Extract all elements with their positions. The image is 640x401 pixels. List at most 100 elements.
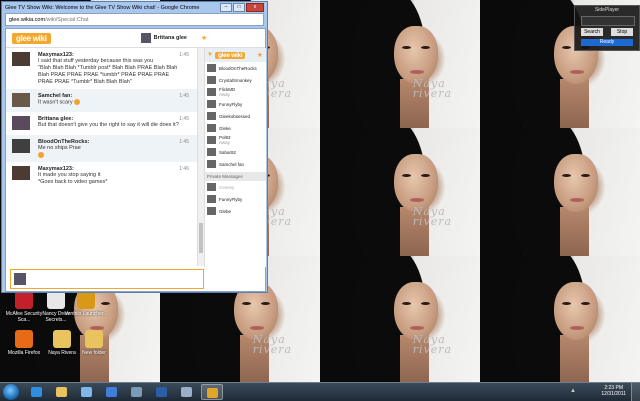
clock[interactable]: 2:23 PM 12/31/2011: [601, 385, 626, 397]
avatar[interactable]: [12, 166, 30, 181]
chrome-taskbar-button[interactable]: [201, 384, 223, 400]
avatar: [207, 64, 216, 72]
user-name: BloodOnTheRocks: [219, 65, 257, 71]
user-list-item[interactable]: Samchel fan: [205, 158, 266, 170]
avatar: [207, 112, 216, 120]
tray-arrow-icon[interactable]: ▲: [570, 388, 576, 394]
avatar: [207, 136, 216, 144]
desktop-icon-glyph: [77, 291, 95, 309]
desktop-icon-glyph: [15, 330, 33, 348]
message-time: 1:45: [179, 93, 189, 99]
avatar[interactable]: [12, 116, 30, 130]
avatar[interactable]: [12, 139, 30, 153]
user-list-item[interactable]: FunnyFlyby: [205, 98, 266, 110]
itunes-taskbar-button[interactable]: [76, 384, 98, 400]
user-list-item[interactable]: Pol93 Away: [205, 134, 266, 146]
folder-taskbar-button[interactable]: [176, 384, 198, 400]
window-titlebar[interactable]: Glee TV Show Wiki: Welcome to the Glee T…: [2, 2, 267, 13]
user-list-items: BloodOnTheRocks CrystalSmonkey FlickMD Away…: [205, 62, 266, 170]
taskbar: ▲ 2:23 PM 12/31/2011: [0, 382, 640, 401]
maximize-button[interactable]: □: [233, 3, 245, 12]
media-player-taskbar-button[interactable]: [101, 384, 123, 400]
message-row: Maxymax123: 1:46 It made you stop saying i…: [6, 162, 197, 189]
message-row: Samchel fan: 1:45 It wasn't scary: [6, 89, 197, 112]
message-text: It wasn't scary: [38, 99, 191, 106]
emoji-icon: [74, 99, 81, 105]
wallpaper-face-shape: [393, 25, 439, 85]
wallpaper-tile: [480, 128, 640, 256]
user-list-item[interactable]: Gleekobsessed: [205, 110, 266, 122]
internet-explorer-icon: [31, 387, 42, 397]
star-icon: ★: [200, 35, 208, 42]
desktop-icon-glyph: [85, 330, 103, 348]
avatar[interactable]: [12, 93, 30, 107]
wiki-logo[interactable]: glee wiki: [12, 32, 51, 44]
avatar[interactable]: [12, 52, 30, 66]
message-time: 1:45: [179, 52, 189, 58]
wallpaper-caption: Naya rivera: [413, 334, 452, 355]
user-list-item[interactable]: Sahar92: [205, 146, 266, 158]
wallpaper-tile: Naya rivera: [320, 0, 480, 128]
word-icon: [156, 387, 167, 397]
sideplayer-search-input[interactable]: [581, 16, 635, 26]
minimize-button[interactable]: –: [220, 3, 232, 12]
message-text: PRAE PRAE *Tumblr* Blah Blah Blah": [38, 79, 132, 85]
user-list-item[interactable]: FlickMD Away: [205, 86, 266, 98]
sideplayer-search-button[interactable]: Search: [581, 28, 603, 36]
address-bar[interactable]: glee.wikia.com/wiki/Special:Chat: [5, 13, 264, 26]
message-text: "Blah Blah Blah *Tumblr post* Blah Blah …: [38, 65, 178, 71]
wallpaper-face-shape: [393, 281, 439, 341]
close-button[interactable]: x: [246, 3, 264, 12]
scrollbar-thumb[interactable]: [199, 223, 203, 253]
start-button[interactable]: [3, 384, 19, 400]
wallpaper-tile: Naya rivera: [320, 256, 480, 382]
message-scrollbar[interactable]: [197, 48, 204, 266]
user-name: Glebe: [219, 208, 232, 214]
chrome-window: Glee TV Show Wiki: Welcome to the Glee T…: [1, 1, 268, 293]
message-row: Brittana glee: 1:45 But that doesn't give …: [6, 112, 197, 135]
desktop-icon-glyph: [15, 291, 33, 309]
explorer-taskbar-button[interactable]: [51, 384, 73, 400]
internet-explorer-taskbar-button[interactable]: [26, 384, 48, 400]
desktop-icon-glyph: [47, 291, 65, 309]
show-desktop-button[interactable]: [631, 383, 640, 401]
wallpaper-caption: Naya rivera: [252, 334, 293, 357]
word-taskbar-button[interactable]: [151, 384, 173, 400]
room-header[interactable]: ▼ glee wiki ★: [205, 48, 266, 62]
private-message-list: Cenexy FunnyFlyby Glebe: [205, 181, 266, 217]
avatar: [207, 76, 216, 84]
desktop-icon-glyph: [53, 330, 71, 348]
avatar: [14, 273, 26, 285]
emoji-icon: [38, 152, 44, 158]
private-message-item[interactable]: Glebe: [205, 205, 266, 217]
desktop-icon[interactable]: Ventrilo Launcher...: [64, 291, 108, 317]
user-list-item[interactable]: Gleke: [205, 122, 266, 134]
avatar: [207, 207, 216, 215]
user-list-item[interactable]: CrystalSmonkey: [205, 74, 266, 86]
chat-input-box: [10, 269, 204, 289]
chat-page: glee wiki Brittana glee ★ Maxymax123: 1:4…: [5, 28, 266, 292]
user-status: Away: [219, 140, 230, 145]
star-icon: ★: [256, 52, 263, 59]
desktop-icon-label: Ventrilo Launcher...: [64, 311, 108, 317]
wallpaper-caption-line: rivera: [252, 343, 293, 357]
user-list-item[interactable]: BloodOnTheRocks: [205, 62, 266, 74]
chrome-icon: [207, 388, 218, 398]
wallpaper-tile: Naya rivera: [320, 128, 480, 256]
user-status: Away: [219, 92, 230, 97]
message-text: Blah PRAE PRAE PRAE *tumblr* PRAE PRAE P…: [38, 72, 170, 78]
private-message-item[interactable]: FunnyFlyby: [205, 193, 266, 205]
mail-taskbar-button[interactable]: [126, 384, 148, 400]
desktop-icon[interactable]: New folder: [72, 330, 116, 356]
message-text: [38, 152, 191, 159]
wallpaper-caption-line: rivera: [412, 87, 453, 101]
chat-input[interactable]: [29, 272, 203, 286]
avatar: [207, 124, 216, 132]
user-name: Gleke: [219, 125, 231, 131]
message-row: Maxymax123: 1:45 I said that stuff yesterd…: [6, 48, 197, 89]
private-message-item[interactable]: Cenexy: [205, 181, 266, 193]
sideplayer-stop-button[interactable]: Stop: [611, 28, 633, 36]
user-name: Cenexy: [219, 184, 235, 190]
clock-date: 12/31/2011: [601, 391, 626, 397]
sideplayer-status: Ready: [581, 39, 633, 46]
